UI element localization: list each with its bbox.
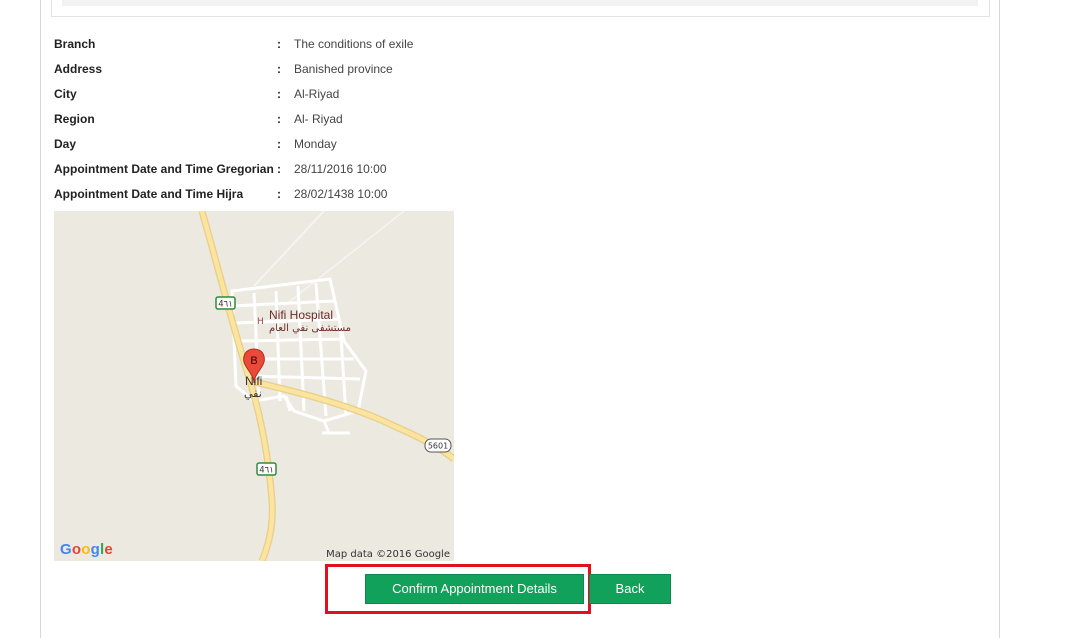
detail-label: Region — [54, 112, 95, 126]
town-label-arabic: نفي — [244, 387, 262, 400]
detail-label: Day — [54, 137, 77, 151]
logo-letter: g — [90, 541, 100, 558]
logo-letter: o — [71, 541, 82, 558]
detail-value: The conditions of exile — [294, 37, 414, 51]
detail-separator: : — [277, 112, 281, 126]
map-canvas: 4٦١ 4٦١ 5601 H Nifi Hospital مستشفى نفي … — [198, 211, 454, 561]
road-shield-label: 4٦١ — [259, 466, 274, 476]
road-shield-1: 4٦١ — [215, 296, 236, 310]
detail-separator: : — [277, 62, 281, 76]
confirm-appointment-button[interactable]: Confirm Appointment Details — [365, 574, 584, 604]
detail-value: 28/02/1438 10:00 — [294, 187, 388, 201]
place-label: Nifi Hospital — [269, 308, 333, 322]
detail-label: Branch — [54, 37, 96, 51]
detail-value: Al-Riyad — [294, 87, 340, 101]
top-panel — [51, 0, 990, 17]
place-label-arabic: مستشفى نفي العام — [269, 323, 351, 334]
detail-value: Banished province — [294, 62, 393, 76]
detail-value: 28/11/2016 10:00 — [294, 162, 387, 176]
detail-value: Al- Riyad — [294, 112, 343, 126]
hospital-icon: H — [257, 317, 264, 327]
minor-road — [283, 211, 405, 307]
detail-value: Monday — [294, 137, 337, 151]
logo-letter: o — [81, 541, 91, 558]
detail-label: Address — [54, 62, 103, 76]
logo-letter: e — [104, 541, 113, 558]
detail-separator: : — [277, 87, 281, 101]
detail-label: Appointment Date and Time Hijra — [54, 187, 244, 201]
detail-label: Appointment Date and Time Gregorian — [54, 162, 274, 176]
road-shield-3: 5601 — [424, 438, 452, 453]
google-logo: Google — [60, 541, 113, 558]
detail-separator: : — [277, 137, 281, 151]
back-button[interactable]: Back — [589, 574, 671, 604]
minor-road — [253, 211, 325, 287]
location-map[interactable]: 4٦١ 4٦١ 5601 H Nifi Hospital مستشفى نفي … — [54, 211, 454, 561]
map-attribution[interactable]: Map data ©2016 Google — [325, 549, 451, 560]
top-panel-inner — [62, 0, 978, 6]
marker-letter: B — [250, 355, 257, 367]
detail-label: City — [54, 87, 77, 101]
detail-separator: : — [277, 37, 281, 51]
detail-separator: : — [277, 187, 281, 201]
detail-separator: : — [277, 162, 281, 176]
road-shield-label: 4٦١ — [218, 300, 233, 310]
road-shield-2: 4٦١ — [256, 462, 277, 476]
logo-letter: G — [60, 541, 72, 558]
road-shield-label: 5601 — [428, 442, 448, 451]
